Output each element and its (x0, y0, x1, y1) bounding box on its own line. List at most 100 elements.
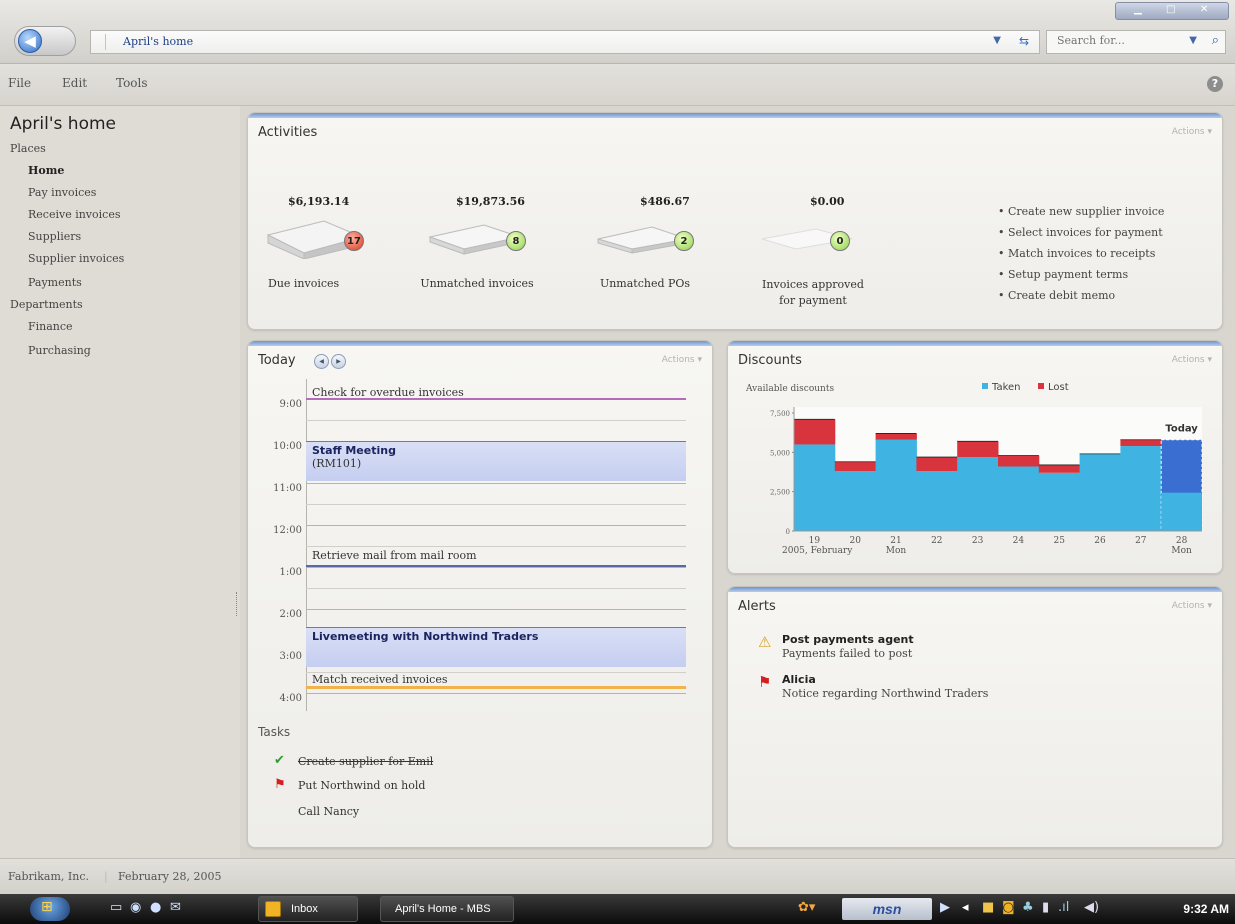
lost-bar (834, 461, 877, 472)
approved-invoices-label[interactable]: Invoices approved for payment (760, 277, 866, 309)
battery-icon[interactable]: ▮ (1042, 900, 1049, 915)
search-icon[interactable]: ⌕ (1212, 33, 1219, 48)
back-arrow-icon[interactable]: ◀ (18, 29, 42, 53)
nav-item-purchasing[interactable]: Purchasing (28, 344, 91, 357)
hour-line (306, 609, 686, 610)
alerts-actions-menu[interactable]: Actions ▾ (1172, 601, 1212, 611)
window-controls[interactable]: ▁ □ ✕ (1115, 2, 1229, 20)
x-tick-label: 20 (849, 536, 861, 546)
event-staff-meeting[interactable]: Staff Meeting (RM101) (306, 441, 686, 481)
today-actions-menu[interactable]: Actions ▾ (662, 355, 702, 365)
nav-item-supplier-invoices[interactable]: Supplier invoices (28, 252, 124, 265)
messenger-icon[interactable]: ✿▾ (798, 900, 815, 915)
lost-bar (875, 433, 917, 440)
nav-item-finance[interactable]: Finance (28, 320, 73, 333)
alert-title[interactable]: Post payments agent (782, 633, 914, 646)
search-dropdown-icon[interactable]: ▼ (1189, 35, 1197, 46)
clock: 9:32 AM (1183, 902, 1229, 916)
taken-bar (834, 471, 877, 531)
hour-line (306, 693, 686, 694)
link-match-invoices-to-receipts[interactable]: • Match invoices to receipts (998, 247, 1164, 268)
hour-line (306, 567, 686, 568)
alerts-panel: Alerts Actions ▾ ⚠ Post payments agent P… (727, 586, 1223, 848)
start-button[interactable]: ⊞ (30, 897, 70, 921)
address-bar[interactable]: April's home ▼ ⇆ (90, 30, 1040, 54)
close-icon[interactable]: ✕ (1200, 4, 1208, 15)
network-icon[interactable]: ♣ (1022, 900, 1034, 915)
event-match-invoices[interactable]: Match received invoices (306, 673, 686, 689)
nav-item-suppliers[interactable]: Suppliers (28, 230, 81, 243)
nav-splitter[interactable] (236, 592, 239, 616)
taskbar-app[interactable]: April's Home - MBS (380, 896, 514, 922)
back-button[interactable]: ◀ (14, 26, 76, 56)
play-icon[interactable]: ▶ (940, 900, 950, 915)
calendar-day-view[interactable]: 9:00 10:00 11:00 12:00 1:00 2:00 3:00 4:… (258, 379, 698, 711)
due-invoices-label[interactable]: Due invoices (268, 277, 388, 290)
browser-icon[interactable]: ◉ (130, 900, 141, 915)
signal-icon[interactable]: .ıl (1058, 900, 1069, 915)
nav-item-receive-invoices[interactable]: Receive invoices (28, 208, 120, 221)
taken-bar (998, 466, 1040, 531)
unmatched-pos-badge[interactable]: 2 (674, 231, 694, 251)
menu-edit[interactable]: Edit (62, 76, 87, 90)
unmatched-invoices-label[interactable]: Unmatched invoices (410, 277, 544, 290)
address-text[interactable]: April's home (123, 35, 193, 48)
title-bar: ▁ □ ✕ ◀ April's home ▼ ⇆ ▼ ⌕ (0, 0, 1235, 64)
previous-day-icon[interactable]: ◀ (314, 354, 329, 369)
event-retrieve-mail[interactable]: Retrieve mail from mail room (306, 549, 686, 567)
menu-tools[interactable]: Tools (116, 76, 148, 90)
activity-links: • Create new supplier invoice • Select i… (998, 205, 1164, 310)
taken-bar (1120, 446, 1162, 531)
event-livemeeting[interactable]: Livemeeting with Northwind Traders (306, 627, 686, 667)
minimize-icon[interactable]: ▁ (1134, 4, 1142, 15)
nav-item-pay-invoices[interactable]: Pay invoices (28, 186, 96, 199)
flag-icon[interactable]: ⚑ (274, 777, 286, 792)
due-invoices-badge[interactable]: 17 (344, 231, 364, 251)
help-icon[interactable]: ? (1207, 76, 1223, 92)
alert-title[interactable]: Alicia (782, 673, 816, 686)
refresh-icon[interactable]: ⇆ (1019, 34, 1029, 48)
menu-file[interactable]: File (8, 76, 31, 90)
address-dropdown-icon[interactable]: ▼ (993, 35, 1001, 46)
checkmark-icon[interactable]: ✔ (274, 753, 285, 768)
next-day-icon[interactable]: ▶ (331, 354, 346, 369)
msn-search-box[interactable]: msn (842, 898, 932, 920)
today-navigation: ◀ ▶ (314, 353, 348, 369)
nav-title: April's home (10, 114, 116, 134)
nav-item-home[interactable]: Home (28, 164, 64, 177)
tray-arrow-icon[interactable]: ◂ (962, 900, 969, 915)
link-create-supplier-invoice[interactable]: • Create new supplier invoice (998, 205, 1164, 226)
volume-icon[interactable]: ◀) (1084, 900, 1099, 915)
media-icon[interactable]: ● (150, 900, 161, 915)
taskbar-inbox[interactable]: Inbox (258, 896, 358, 922)
link-select-invoices-for-payment[interactable]: • Select invoices for payment (998, 226, 1164, 247)
outlook-tray-icon[interactable]: ◙ (1002, 900, 1015, 915)
mail-icon[interactable]: ✉ (170, 900, 181, 915)
x-tick-sublabel: Mon (1171, 546, 1192, 556)
event-overdue-invoices[interactable]: Check for overdue invoices (306, 386, 686, 400)
event-staff-meeting-title: Staff Meeting (312, 444, 396, 457)
show-desktop-icon[interactable]: ▭ (110, 900, 122, 915)
x-tick-label: 26 (1094, 536, 1106, 546)
folder-icon[interactable]: ■ (982, 900, 994, 915)
x-tick-label: 22 (931, 536, 942, 546)
unmatched-pos-label[interactable]: Unmatched POs (590, 277, 700, 290)
task-text: Create supplier for Emil (298, 755, 434, 768)
discounts-chart[interactable]: Available discounts Taken Lost 0 2,500 5,000 7… (728, 341, 1223, 574)
search-input[interactable] (1057, 34, 1167, 47)
activities-actions-menu[interactable]: Actions ▾ (1172, 127, 1212, 137)
nav-group-departments[interactable]: Departments (10, 298, 83, 311)
maximize-icon[interactable]: □ (1166, 4, 1175, 15)
x-tick-sublabel: 2005, February (782, 546, 853, 556)
lost-bar (998, 455, 1040, 467)
link-create-debit-memo[interactable]: • Create debit memo (998, 289, 1164, 310)
link-setup-payment-terms[interactable]: • Setup payment terms (998, 268, 1164, 289)
taskbar-inbox-label: Inbox (291, 903, 318, 915)
nav-group-places[interactable]: Places (10, 142, 46, 155)
unmatched-invoices-badge[interactable]: 8 (506, 231, 526, 251)
nav-item-payments[interactable]: Payments (28, 276, 82, 289)
search-box[interactable]: ▼ ⌕ (1046, 30, 1226, 54)
status-date: February 28, 2005 (118, 870, 222, 883)
approved-invoices-badge[interactable]: 0 (830, 231, 850, 251)
today-bar-lower (1161, 492, 1202, 531)
